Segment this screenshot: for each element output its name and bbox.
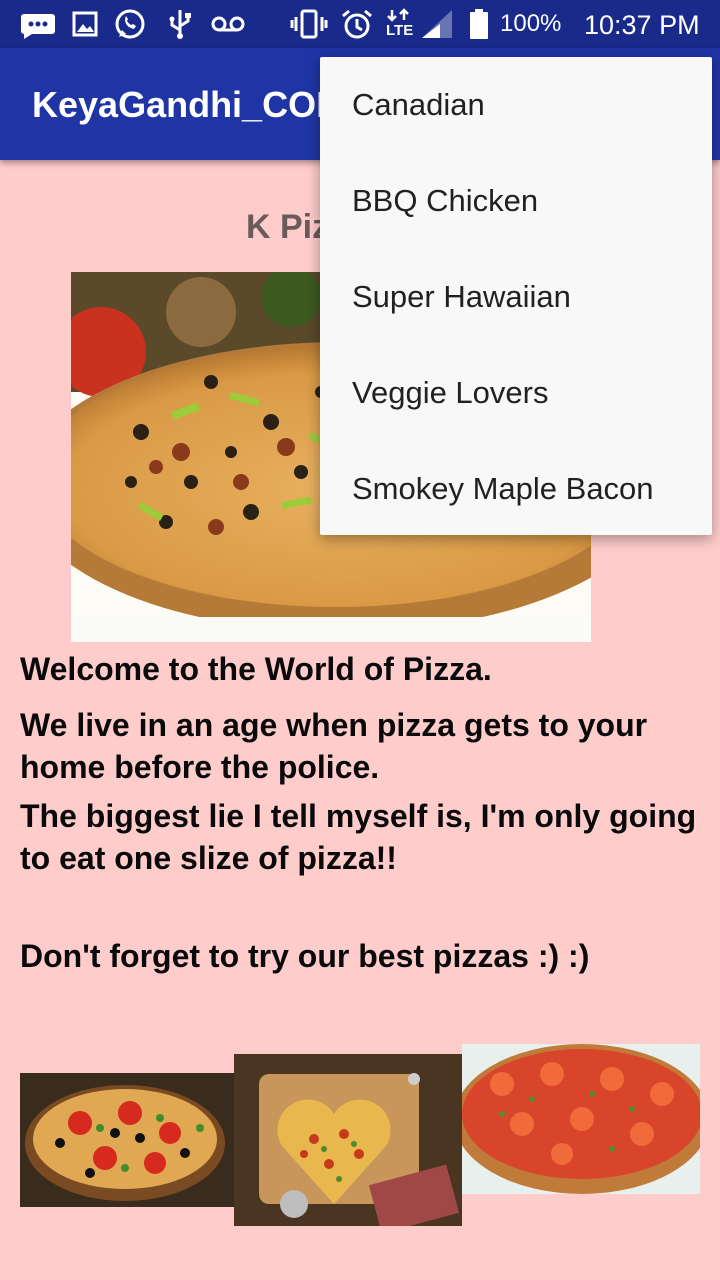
battery-icon bbox=[470, 9, 488, 39]
alarm-icon bbox=[342, 9, 372, 39]
menu-item-super-hawaiian[interactable]: Super Hawaiian bbox=[320, 249, 712, 345]
quote-slice: The biggest lie I tell myself is, I'm on… bbox=[20, 798, 697, 876]
vibrate-icon bbox=[290, 9, 328, 39]
status-bar: LTE 100% 10:37 PM bbox=[0, 0, 720, 48]
pizza-thumbnail-3 bbox=[462, 1044, 700, 1194]
battery-percent: 100% bbox=[500, 10, 562, 37]
clock-time: 10:37 PM bbox=[584, 10, 700, 40]
voicemail-icon bbox=[211, 16, 245, 32]
menu-item-bbq-chicken[interactable]: BBQ Chicken bbox=[320, 153, 712, 249]
menu-item-veggie-lovers[interactable]: Veggie Lovers bbox=[320, 345, 712, 441]
pizza-thumbnail-2 bbox=[234, 1054, 462, 1226]
reminder-text: Don't forget to try our best pizzas :) :… bbox=[20, 938, 590, 974]
message-icon bbox=[21, 14, 55, 39]
quote-police: We live in an age when pizza gets to you… bbox=[20, 707, 648, 785]
menu-item-smokey-maple-bacon[interactable]: Smokey Maple Bacon bbox=[320, 441, 712, 537]
pizza-thumbnail-1 bbox=[20, 1073, 234, 1207]
welcome-text: Welcome to the World of Pizza. bbox=[20, 651, 492, 687]
usb-icon bbox=[169, 10, 191, 39]
menu-item-canadian[interactable]: Canadian bbox=[320, 57, 712, 153]
lte-label: LTE bbox=[386, 22, 414, 39]
pizza-options-menu: Canadian BBQ Chicken Super Hawaiian Vegg… bbox=[320, 57, 712, 535]
gallery-icon bbox=[72, 11, 98, 37]
whatsapp-icon bbox=[115, 9, 145, 39]
